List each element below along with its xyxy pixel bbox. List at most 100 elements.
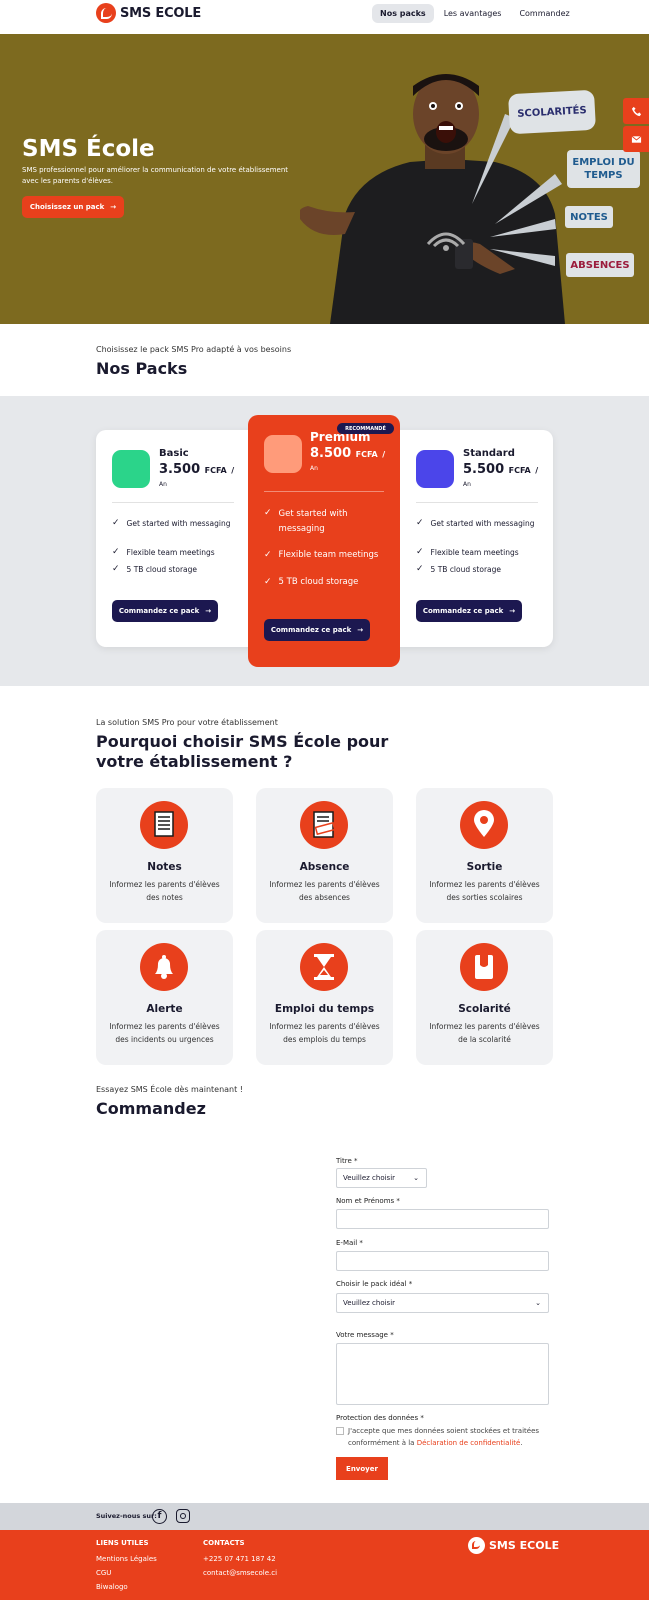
check-icon: ✓ (112, 518, 120, 528)
premium-pack-icon (264, 435, 302, 473)
logo-icon (96, 3, 116, 23)
basic-pack-icon (112, 450, 150, 488)
feature-desc: Informez les parents d'élèves des emploi… (269, 1022, 380, 1044)
footer: LIENS UTILES Mentions Légales CGU Biwalo… (0, 1530, 649, 1600)
feature-item: ✓ Flexible team meetings (264, 550, 379, 560)
contact-email[interactable]: contact@smsecole.ci (203, 1569, 277, 1577)
check-icon: ✓ (112, 564, 120, 574)
packs-pretitle: Choisissez le pack SMS Pro adapté à vos … (96, 345, 292, 354)
consent-text: J'accepte que mes données soient stockée… (348, 1427, 540, 1447)
footer-logo[interactable]: SMS ECOLE (468, 1537, 559, 1554)
check-icon: ✓ (264, 550, 272, 560)
side-contact-bar (623, 98, 649, 154)
feature-desc: Informez les parents d'élèves des absenc… (269, 880, 380, 902)
bubble-notes: NOTES (565, 206, 613, 228)
check-icon: ✓ (416, 547, 424, 557)
feature-item: ✓ 5 TB cloud storage (264, 577, 359, 587)
feature-item: ✓ 5 TB cloud storage (112, 564, 197, 574)
check-icon: ✓ (112, 547, 120, 557)
links-title: LIENS UTILES (96, 1539, 149, 1547)
nav-item-packs[interactable]: Nos packs (372, 4, 434, 23)
feature-name: Notes (147, 861, 182, 873)
pack-price-standard: 5.500 FCFA / (463, 462, 539, 477)
arrow-right-icon: → (110, 203, 117, 211)
contact-phone[interactable]: +225 07 471 187 42 (203, 1555, 276, 1563)
chevron-down-icon: ⌄ (535, 1299, 541, 1307)
standard-pack-icon (416, 450, 454, 488)
check-icon: ✓ (264, 577, 272, 587)
feature-name: Sortie (466, 861, 503, 873)
recommended-badge: RECOMMANDÉ (337, 423, 394, 434)
footer-link-cgu[interactable]: CGU (96, 1569, 111, 1577)
feature-name: Absence (299, 861, 350, 873)
name-input[interactable] (336, 1209, 549, 1229)
feature-item: ✓ Get started with messaging (416, 518, 535, 528)
feature-item: ✓ Get started with messaging (112, 518, 231, 528)
feature-card-scolarite: Scolarité Informez les parents d'élèves … (416, 930, 553, 1065)
arrow-right-icon: → (509, 607, 516, 615)
pack-select[interactable]: Veuillez choisir ⌄ (336, 1293, 549, 1313)
feature-item: ✓ Flexible team meetings (416, 547, 519, 557)
hourglass-icon (300, 943, 348, 991)
bell-icon (140, 943, 188, 991)
divider (112, 502, 234, 503)
name-field-label: Nom et Prénoms * (336, 1197, 400, 1205)
main-nav: Nos packs Les avantages Commandez (372, 4, 578, 23)
hero-title: SMS École (22, 136, 155, 162)
facebook-icon[interactable]: f (152, 1509, 167, 1524)
arrow-right-icon: → (205, 607, 212, 615)
order-title: Commandez (96, 1099, 206, 1118)
logo[interactable]: SMS ECOLE (96, 3, 201, 23)
order-basic-button[interactable]: Commandez ce pack → (112, 600, 218, 622)
feature-card-absence: Absence Informez les parents d'élèves de… (256, 788, 393, 923)
email-input[interactable] (336, 1251, 549, 1271)
feature-desc: Informez les parents d'élèves des incide… (109, 1022, 220, 1044)
message-field-label: Votre message * (336, 1331, 394, 1339)
privacy-link[interactable]: Déclaration de confidentialité (417, 1439, 521, 1447)
feature-name: Scolarité (458, 1003, 511, 1015)
email-field-label: E-Mail * (336, 1239, 363, 1247)
title-select[interactable]: Veuillez choisir ⌄ (336, 1168, 427, 1188)
pack-name-basic: Basic (159, 448, 189, 459)
consent-checkbox[interactable] (336, 1427, 344, 1435)
order-premium-button[interactable]: Commandez ce pack → (264, 619, 370, 641)
choose-pack-button[interactable]: Choisissez un pack → (22, 196, 124, 218)
privacy-label: Protection des données * (336, 1414, 424, 1422)
pack-period-basic: An (159, 481, 167, 488)
premium-pack-card: Premium 8.500 FCFA / An ✓ Get started wit… (248, 415, 400, 667)
feature-card-emploi-du-temps: Emploi du temps Informez les parents d'é… (256, 930, 393, 1065)
consent-checkbox-row[interactable]: J'accepte que mes données soient stockée… (336, 1425, 551, 1449)
pack-price-premium: 8.500 FCFA / (310, 446, 386, 461)
why-title: Pourquoi choisir SMS École pour votre ét… (96, 732, 389, 771)
footer-link-biwalogo[interactable]: Biwalogo (96, 1583, 128, 1591)
nav-item-order[interactable]: Commandez (511, 4, 577, 23)
instagram-icon[interactable] (176, 1509, 190, 1523)
chevron-down-icon: ⌄ (413, 1174, 419, 1182)
pack-period-premium: An (310, 465, 318, 472)
choose-pack-label: Choisissez un pack (29, 203, 105, 211)
submit-button[interactable]: Envoyer (336, 1457, 388, 1480)
feature-item: ✓ Flexible team meetings (112, 547, 215, 557)
title-field-label: Titre * (336, 1157, 358, 1165)
order-pretitle: Essayez SMS École dès maintenant ! (96, 1085, 244, 1094)
packs-title: Nos Packs (96, 359, 188, 378)
mail-icon[interactable] (623, 126, 649, 152)
absent-stamp-icon (300, 801, 348, 849)
message-textarea[interactable] (336, 1343, 549, 1405)
feature-name: Alerte (146, 1003, 183, 1015)
footer-brand: SMS ECOLE (489, 1539, 560, 1552)
document-icon (140, 801, 188, 849)
social-bar: Suivez-nous sur: f (0, 1503, 649, 1530)
arrow-right-icon: → (357, 626, 364, 634)
feature-name: Emploi du temps (274, 1003, 375, 1015)
feature-item: ✓ Get started with messaging (264, 507, 389, 537)
feature-item: ✓ 5 TB cloud storage (416, 564, 501, 574)
follow-label: Suivez-nous sur: (96, 1512, 157, 1520)
order-standard-button[interactable]: Commandez ce pack → (416, 600, 522, 622)
phone-icon[interactable] (623, 98, 649, 124)
nav-item-advantages[interactable]: Les avantages (436, 4, 510, 23)
feature-desc: Informez les parents d'élèves des sortie… (429, 880, 540, 902)
footer-link-legal[interactable]: Mentions Légales (96, 1555, 157, 1563)
hero-banner: SMS École SMS professionnel pour amélior… (0, 34, 649, 324)
pack-name-standard: Standard (463, 448, 515, 459)
